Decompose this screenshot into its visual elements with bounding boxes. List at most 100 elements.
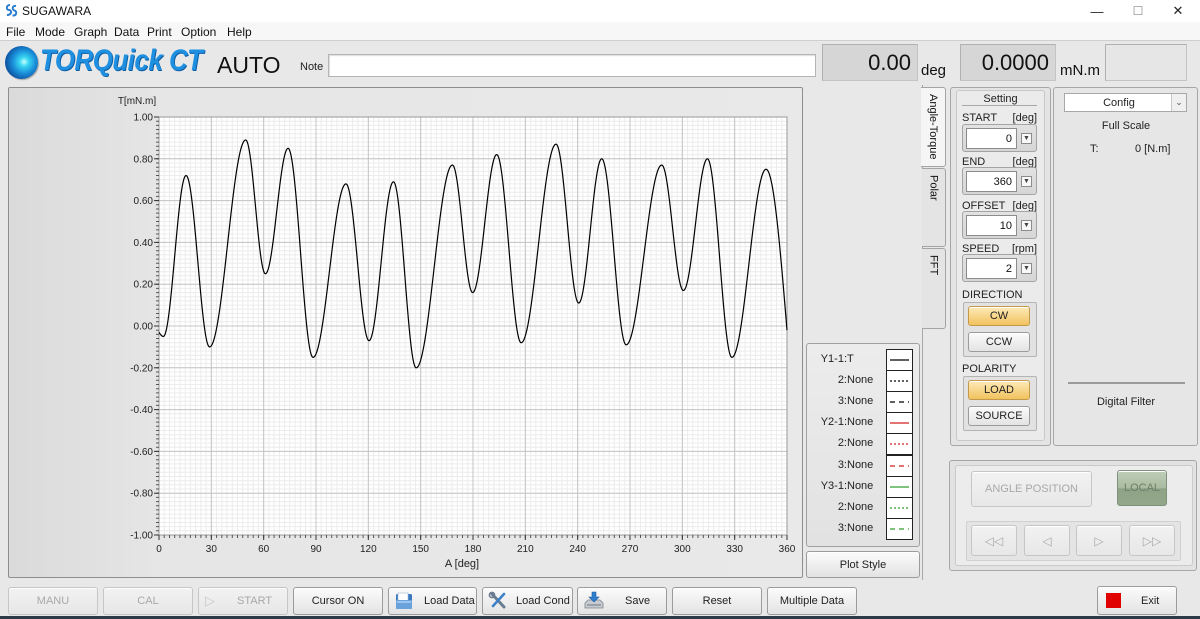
- offset-dropdown-button[interactable]: ▼: [1021, 220, 1032, 231]
- legend-row-name: None: [847, 437, 874, 449]
- divider: [962, 105, 1037, 106]
- line-style-swatch: [886, 433, 913, 455]
- line-style-preview: [890, 422, 909, 424]
- legend-row-name: None: [847, 459, 874, 471]
- y-tick-label: 1.00: [134, 113, 154, 124]
- source-button[interactable]: SOURCE: [968, 406, 1030, 426]
- menu-file[interactable]: File: [6, 25, 25, 39]
- torquick-logo-icon: [5, 46, 38, 79]
- x-tick-label: 210: [517, 544, 534, 555]
- multiple-data-button[interactable]: Multiple Data: [767, 587, 857, 615]
- minimize-button[interactable]: —: [1077, 0, 1117, 22]
- cw-button[interactable]: CW: [968, 306, 1030, 326]
- y-tick-label: -0.20: [130, 363, 153, 374]
- menu-graph[interactable]: Graph: [74, 25, 107, 39]
- plot-style-button[interactable]: Plot Style: [806, 551, 920, 578]
- legend-row-label: Y2-1:: [820, 416, 847, 428]
- ccw-button[interactable]: CCW: [968, 332, 1030, 352]
- local-button[interactable]: LOCAL: [1117, 470, 1167, 506]
- chevron-down-icon: ▼: [1023, 222, 1030, 229]
- line-style-preview: [890, 465, 909, 467]
- line-style-preview: [890, 401, 909, 403]
- end-dropdown-button[interactable]: ▼: [1021, 176, 1032, 187]
- title-bar: SUGAWARA — ☐ ✕: [0, 0, 1200, 22]
- step-back-button[interactable]: ◁: [1024, 525, 1070, 556]
- torque-readout: 0.0000: [960, 44, 1056, 81]
- tools-icon: [488, 591, 506, 609]
- speed-input[interactable]: [966, 258, 1017, 279]
- start-label: START: [962, 112, 998, 124]
- note-input[interactable]: [328, 54, 816, 77]
- legend-row: Y2-1: None: [807, 412, 919, 434]
- step-forward-button[interactable]: ▷: [1076, 525, 1122, 556]
- plot-legend: Y1-1: T 2: None 3: None Y2-1: None 2: No…: [806, 343, 920, 547]
- start-dropdown-button[interactable]: ▼: [1021, 133, 1032, 144]
- line-style-swatch: [886, 455, 913, 477]
- legend-row: 2: None: [807, 497, 919, 519]
- line-style-preview: [890, 528, 909, 530]
- stop-icon: [1106, 593, 1121, 608]
- load-data-button[interactable]: Load Data: [388, 587, 477, 615]
- menu-help[interactable]: Help: [227, 25, 252, 39]
- fast-rewind-button[interactable]: ◁◁: [971, 525, 1017, 556]
- full-scale-t-value: 0 [N.m]: [1135, 143, 1171, 155]
- torque-unit: mN.m: [1060, 62, 1100, 79]
- close-button[interactable]: ✕: [1158, 0, 1198, 22]
- manu-button[interactable]: MANU: [8, 587, 98, 615]
- line-style-swatch: [886, 518, 913, 540]
- y-tick-label: 0.80: [134, 154, 154, 165]
- x-axis-title: A [deg]: [445, 558, 479, 570]
- x-tick-label: 30: [206, 544, 218, 555]
- load-button[interactable]: LOAD: [968, 380, 1030, 400]
- step-back-icon: ◁: [1042, 533, 1052, 548]
- start-field: ▼: [962, 124, 1037, 152]
- speed-field: ▼: [962, 254, 1037, 282]
- angle-unit: deg: [921, 62, 947, 79]
- menu-option[interactable]: Option: [181, 25, 216, 39]
- load-cond-button[interactable]: Load Cond: [482, 587, 573, 615]
- setting-title: Setting: [983, 93, 1018, 105]
- x-tick-label: 270: [622, 544, 639, 555]
- cal-button[interactable]: CAL: [103, 587, 193, 615]
- x-tick-label: 120: [360, 544, 377, 555]
- legend-row: 2: None: [807, 433, 919, 455]
- start-input[interactable]: [966, 128, 1017, 149]
- speed-dropdown-button[interactable]: ▼: [1021, 263, 1032, 274]
- angle-position-button[interactable]: ANGLE POSITION: [971, 471, 1092, 507]
- x-tick-label: 300: [674, 544, 691, 555]
- config-dropdown[interactable]: Config ⌄: [1064, 93, 1187, 112]
- legend-row: 3: None: [807, 391, 919, 413]
- y-tick-label: 0.40: [134, 238, 154, 249]
- reset-button[interactable]: Reset: [672, 587, 762, 615]
- save-button[interactable]: Save: [577, 587, 667, 615]
- legend-row: Y1-1: T: [807, 349, 919, 371]
- menu-print[interactable]: Print: [147, 25, 172, 39]
- direction-label: DIRECTION: [962, 289, 1023, 301]
- exit-button[interactable]: Exit: [1097, 586, 1177, 615]
- menu-data[interactable]: Data: [114, 25, 139, 39]
- tab-fft[interactable]: FFT: [922, 248, 946, 329]
- cursor-on-button[interactable]: Cursor ON: [293, 587, 383, 615]
- x-tick-label: 150: [412, 544, 429, 555]
- play-icon: ▷: [205, 593, 215, 608]
- tab-polar[interactable]: Polar: [922, 168, 946, 247]
- angle-torque-chart-panel: 0 30 60 90 120 150 180 210 240 270 300 330 360 1.00 0.…: [8, 87, 803, 578]
- start-unit: [deg]: [1012, 112, 1037, 124]
- start-button[interactable]: ▷ START: [198, 587, 288, 615]
- chevron-down-icon[interactable]: ⌄: [1171, 94, 1186, 111]
- menu-mode[interactable]: Mode: [35, 25, 65, 39]
- legend-row-name: None: [847, 480, 874, 492]
- y-tick-label: -0.60: [130, 447, 153, 458]
- fast-forward-button[interactable]: ▷▷: [1129, 525, 1175, 556]
- offset-input[interactable]: [966, 215, 1017, 236]
- x-tick-label: 330: [726, 544, 743, 555]
- legend-row-label: Y1-1:: [820, 353, 847, 365]
- line-style-preview: [890, 507, 909, 509]
- legend-row-label: 2:: [837, 437, 847, 449]
- maximize-button[interactable]: ☐: [1118, 0, 1158, 22]
- angle-readout: 0.00: [822, 44, 918, 81]
- tab-angle-torque[interactable]: Angle-Torque: [921, 87, 946, 167]
- save-label: Save: [625, 595, 651, 607]
- full-scale-t-label: T:: [1090, 143, 1099, 155]
- end-input[interactable]: [966, 171, 1017, 192]
